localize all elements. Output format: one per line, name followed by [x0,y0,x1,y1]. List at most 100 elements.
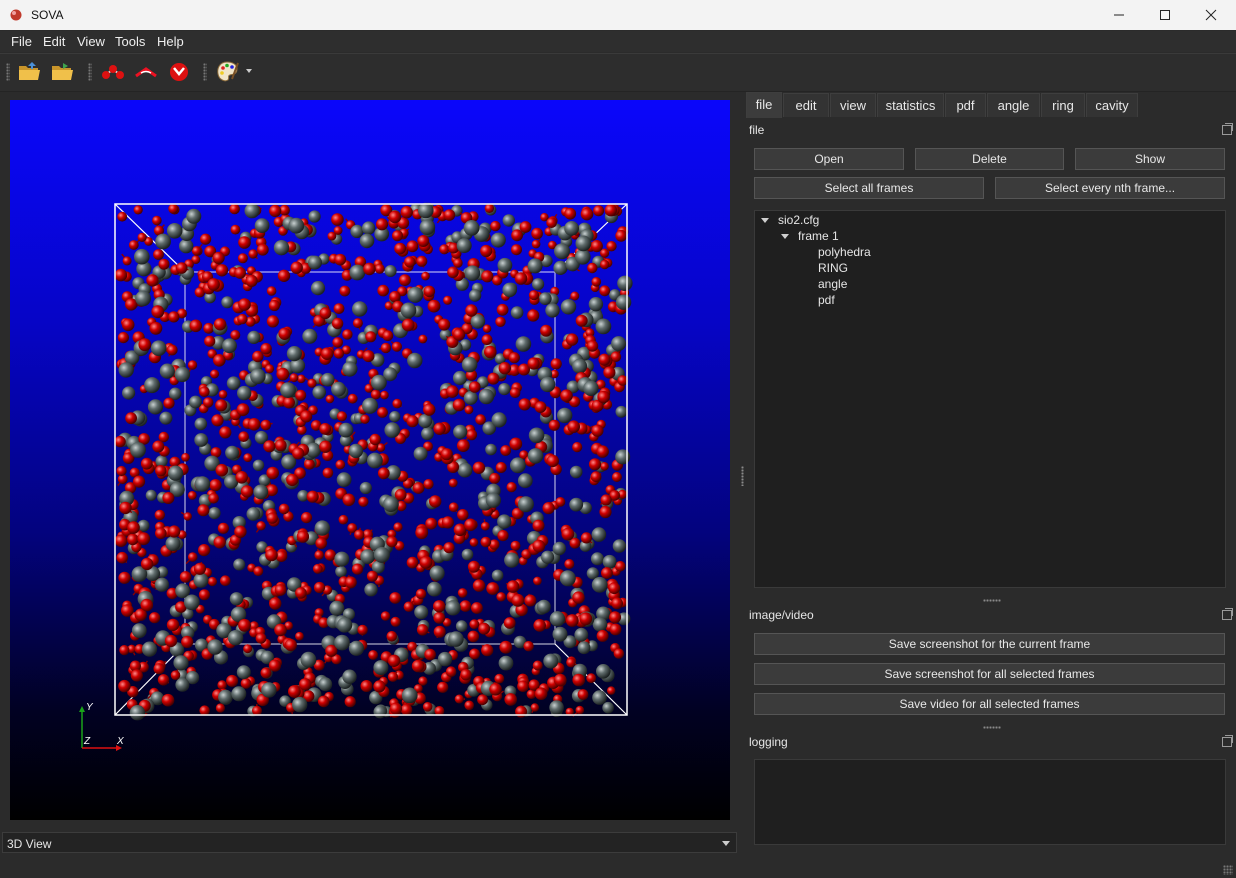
oxygen-atom [580,532,593,544]
oxygen-atom [460,669,472,681]
oxygen-atom [295,389,307,401]
dock-splitter[interactable] [983,599,1001,602]
splitter-handle[interactable] [741,466,744,486]
expand-arrow-icon[interactable] [781,234,789,239]
oxygen-atom [469,619,480,630]
menu-edit[interactable]: Edit [43,34,65,49]
tree-item-file[interactable]: sio2.cfg [778,213,819,227]
tab-edit[interactable]: edit [783,93,829,117]
oxygen-atom [418,676,428,686]
oxygen-atom [166,344,178,356]
tree-item-pdf[interactable]: pdf [818,293,835,307]
oxygen-atom [163,397,175,409]
oxygen-atom [534,687,548,700]
size-grip[interactable] [1223,865,1233,875]
menu-tools[interactable]: Tools [115,34,145,49]
silicon-atom [131,623,147,638]
oxygen-atom [121,604,134,617]
logging-output[interactable] [754,759,1226,845]
maximize-button[interactable] [1142,0,1188,30]
3d-viewport[interactable]: Y Z X [10,100,730,820]
view-mode-select[interactable]: 3D View [2,832,737,853]
save-video-button[interactable]: Save video for all selected frames [754,693,1225,715]
tab-pdf[interactable]: pdf [945,93,986,117]
dock-splitter[interactable] [983,726,1001,729]
oxygen-atom [155,465,167,477]
silicon-atom [135,290,151,307]
oxygen-atom [130,669,143,682]
open-button[interactable]: Open [754,148,904,170]
oxygen-atom [315,537,328,549]
minimize-button[interactable] [1096,0,1142,30]
oxygen-atom [320,347,334,360]
atoms-bonds-button[interactable] [100,59,126,85]
tree-item-ring[interactable]: RING [818,261,848,275]
tree-item-frame[interactable]: frame 1 [798,229,839,243]
oxygen-atom [603,366,616,379]
toolbar-grip[interactable] [203,63,207,81]
oxygen-atom [504,693,517,706]
open-folder-button[interactable] [17,59,43,85]
menu-file[interactable]: File [11,34,32,49]
show-button[interactable]: Show [1075,148,1225,170]
silicon-atom [583,380,599,396]
minimize-icon [1114,14,1124,16]
select-all-frames-button[interactable]: Select all frames [754,177,984,199]
oxygen-atom [161,693,175,707]
oxygen-atom [509,437,523,451]
save-screenshot-all-button[interactable]: Save screenshot for all selected frames [754,663,1225,685]
axis-label-y: Y [86,702,94,713]
close-icon [1205,9,1217,21]
oxygen-atom [286,473,299,487]
tab-file[interactable]: file [746,92,782,118]
silicon-atom [497,257,513,273]
tab-view[interactable]: view [830,93,876,117]
select-every-nth-frame-button[interactable]: Select every nth frame... [995,177,1225,199]
palette-button[interactable] [215,59,255,85]
toolbar-grip[interactable] [88,63,92,81]
oxygen-atom [456,439,470,452]
silicon-atom [184,594,200,611]
file-section-title: file [749,123,765,137]
oxygen-atom [217,522,229,534]
oxygen-atom [486,582,500,595]
menu-help[interactable]: Help [157,34,184,49]
oxygen-atom [531,227,543,240]
oxygen-atom [252,350,264,363]
menu-view[interactable]: View [77,34,105,49]
angle-button[interactable] [133,59,159,85]
tab-angle[interactable]: angle [987,93,1040,117]
save-screenshot-current-button[interactable]: Save screenshot for the current frame [754,633,1225,655]
tree-item-angle[interactable]: angle [818,277,847,291]
toolbar-grip[interactable] [6,63,10,81]
oxygen-atom [446,385,459,398]
tab-statistics[interactable]: statistics [877,93,944,117]
silicon-atom [389,411,401,423]
silicon-atom [455,620,468,632]
silicon-atom [400,302,417,319]
oxygen-atom [566,657,576,668]
file-tree[interactable]: sio2.cfg frame 1 polyhedra RING angle pd… [754,210,1226,588]
oxygen-atom [392,398,403,409]
oxygen-atom [358,496,369,507]
open-file-button[interactable] [50,59,76,85]
oxygen-atom [276,367,290,381]
tree-item-polyhedra[interactable]: polyhedra [818,245,871,259]
tab-ring[interactable]: ring [1041,93,1085,117]
tab-cavity[interactable]: cavity [1086,93,1138,117]
expand-arrow-icon[interactable] [761,218,769,223]
atom-sphere-button[interactable] [166,59,192,85]
oxygen-atom [481,334,493,346]
delete-button[interactable]: Delete [915,148,1064,170]
oxygen-atom [269,204,282,217]
close-button[interactable] [1188,0,1234,30]
oxygen-atom [600,259,610,270]
oxygen-atom [600,462,609,471]
oxygen-atom [401,318,415,332]
oxygen-atom [296,530,310,543]
undock-icon[interactable] [1222,123,1233,135]
silicon-atom [166,223,183,239]
oxygen-atom [215,703,225,713]
undock-icon[interactable] [1222,735,1233,747]
undock-icon[interactable] [1222,608,1233,620]
